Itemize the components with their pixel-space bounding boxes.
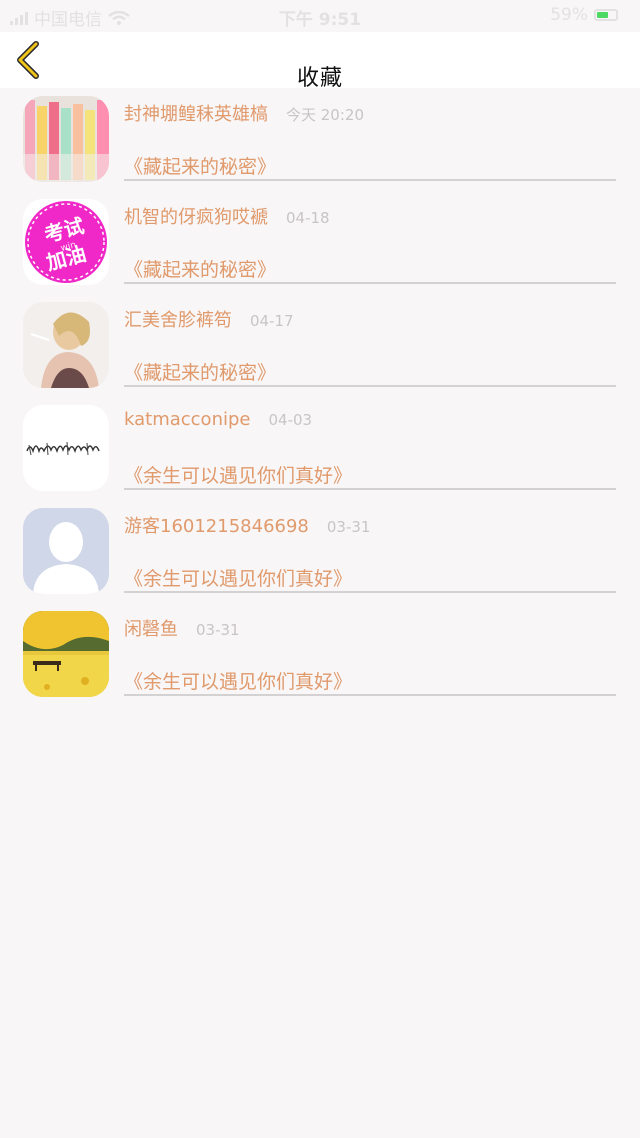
- list-item[interactable]: 游客1601215846698 03-31 《余生可以遇见你们真好》: [0, 500, 640, 603]
- avatar: [23, 508, 109, 594]
- divider: [124, 179, 616, 181]
- username[interactable]: 闲磬鱼: [124, 615, 178, 641]
- avatar: [23, 611, 109, 697]
- username[interactable]: 汇美舍胗裤笱: [124, 306, 232, 332]
- list-item[interactable]: katmacconipe 04-03 《余生可以遇见你们真好》: [0, 397, 640, 500]
- item-meta: 闲磬鱼 03-31: [124, 615, 240, 641]
- timestamp: 04-03: [268, 411, 313, 429]
- book-title[interactable]: 《余生可以遇见你们真好》: [124, 461, 352, 488]
- book-title[interactable]: 《藏起来的秘密》: [124, 152, 276, 179]
- timestamp: 今天 20:20: [286, 106, 364, 124]
- divider: [124, 282, 616, 284]
- timestamp: 03-31: [196, 621, 240, 639]
- timestamp: 04-17: [250, 312, 294, 330]
- battery-icon: [594, 9, 618, 21]
- avatar: [23, 302, 109, 388]
- divider: [124, 488, 616, 490]
- default-user-icon: [23, 508, 109, 594]
- nav-bar: 收藏: [0, 32, 640, 91]
- avatar: 考试 win 加油: [23, 199, 109, 285]
- avatar: [23, 96, 109, 182]
- username[interactable]: 封神堋鳇秣英雄槁: [124, 100, 268, 126]
- item-meta: 汇美舍胗裤笱 04-17: [124, 306, 294, 332]
- username[interactable]: 机智的伢疯狗哎褫: [124, 203, 268, 229]
- autumn-bench-photo-icon: [23, 611, 109, 697]
- item-meta: 封神堋鳇秣英雄槁 今天 20:20: [124, 100, 364, 126]
- timestamp: 04-18: [286, 209, 330, 227]
- book-title[interactable]: 《藏起来的秘密》: [124, 255, 276, 282]
- favorites-list: 封神堋鳇秣英雄槁 今天 20:20 《藏起来的秘密》 考试 win 加油 机智的…: [0, 88, 640, 706]
- timestamp: 03-31: [326, 518, 371, 536]
- item-meta: katmacconipe 04-03: [124, 409, 312, 430]
- item-meta: 机智的伢疯狗哎褫 04-18: [124, 203, 330, 229]
- portrait-photo-icon: [23, 302, 109, 388]
- battery-percent: 59%: [550, 5, 588, 25]
- battery-group: 59%: [550, 5, 618, 25]
- username[interactable]: 游客1601215846698: [124, 512, 309, 538]
- list-item[interactable]: 汇美舍胗裤笱 04-17 《藏起来的秘密》: [0, 294, 640, 397]
- list-item[interactable]: 封神堋鳇秣英雄槁 今天 20:20 《藏起来的秘密》: [0, 88, 640, 191]
- divider: [124, 694, 616, 696]
- username[interactable]: katmacconipe: [124, 409, 250, 430]
- status-time: 下午 9:51: [278, 10, 362, 30]
- handwriting-image-icon: [23, 405, 109, 491]
- status-bar: 中国电信 下午 9:51 59%: [0, 0, 640, 32]
- exam-cheer-badge-icon: 考试 win 加油: [23, 199, 109, 285]
- list-item[interactable]: 考试 win 加油 机智的伢疯狗哎褫 04-18 《藏起来的秘密》: [0, 191, 640, 294]
- divider: [124, 385, 616, 387]
- avatar: [23, 405, 109, 491]
- book-title[interactable]: 《余生可以遇见你们真好》: [124, 667, 352, 694]
- book-title[interactable]: 《藏起来的秘密》: [124, 358, 276, 385]
- list-item[interactable]: 闲磬鱼 03-31 《余生可以遇见你们真好》: [0, 603, 640, 706]
- book-title[interactable]: 《余生可以遇见你们真好》: [124, 564, 352, 591]
- item-meta: 游客1601215846698 03-31: [124, 512, 370, 538]
- divider: [124, 591, 616, 593]
- stationery-photo-icon: [23, 96, 109, 182]
